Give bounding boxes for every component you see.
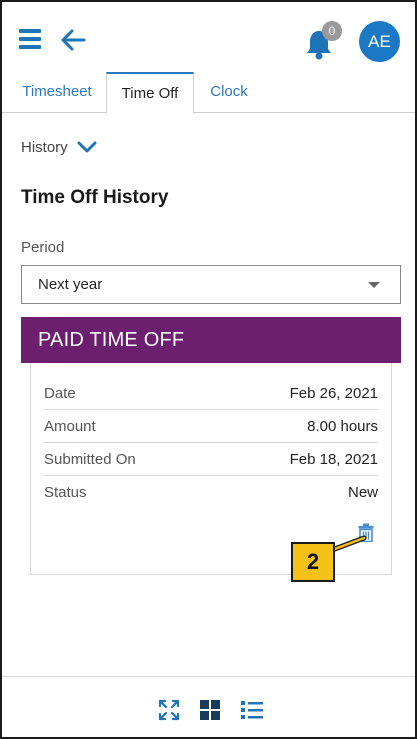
tab-bar: Timesheet Time Off Clock (2, 72, 415, 114)
step-callout-badge: 2 (291, 542, 335, 582)
trash-icon[interactable] (358, 523, 374, 542)
caret-down-icon (368, 282, 380, 288)
detail-row-amount: Amount 8.00 hours (44, 410, 378, 443)
period-label: Period (21, 239, 65, 256)
period-select-value: Next year (38, 276, 103, 293)
notification-count-badge: 0 (322, 21, 342, 41)
tab-timesheet[interactable]: Timesheet (10, 72, 104, 113)
header: 0 AE (2, 2, 415, 74)
list-view-icon[interactable] (241, 699, 263, 721)
detail-row-status: Status New (44, 476, 378, 509)
detail-value: Feb 18, 2021 (289, 451, 378, 468)
detail-label: Status (44, 484, 87, 501)
detail-value: 8.00 hours (307, 418, 378, 435)
chevron-down-icon (77, 141, 97, 153)
detail-value: Feb 26, 2021 (289, 385, 378, 402)
tab-clock[interactable]: Clock (196, 72, 262, 113)
app-frame: 0 AE Timesheet Time Off Clock History Ti… (0, 0, 417, 739)
entry-type-banner: PAID TIME OFF (21, 317, 401, 363)
time-off-entry-card: Date Feb 26, 2021 Amount 8.00 hours Subm… (30, 363, 392, 575)
detail-value: New (347, 484, 378, 501)
tab-time-off[interactable]: Time Off (106, 72, 194, 114)
history-label: History (21, 138, 68, 156)
detail-row-date: Date Feb 26, 2021 (44, 377, 378, 410)
detail-label: Submitted On (44, 451, 136, 468)
hamburger-menu-icon[interactable] (19, 29, 41, 50)
expand-icon[interactable] (158, 699, 180, 721)
page-title: Time Off History (21, 187, 169, 208)
detail-row-submitted-on: Submitted On Feb 18, 2021 (44, 443, 378, 476)
period-select[interactable]: Next year (21, 265, 401, 304)
arrow-left-icon[interactable] (60, 28, 86, 52)
footer-toolbar (2, 676, 415, 739)
grid-view-icon[interactable] (199, 699, 221, 721)
history-toggle[interactable]: History (21, 136, 97, 158)
detail-label: Date (44, 385, 76, 402)
detail-label: Amount (44, 418, 96, 435)
avatar[interactable]: AE (359, 21, 400, 62)
